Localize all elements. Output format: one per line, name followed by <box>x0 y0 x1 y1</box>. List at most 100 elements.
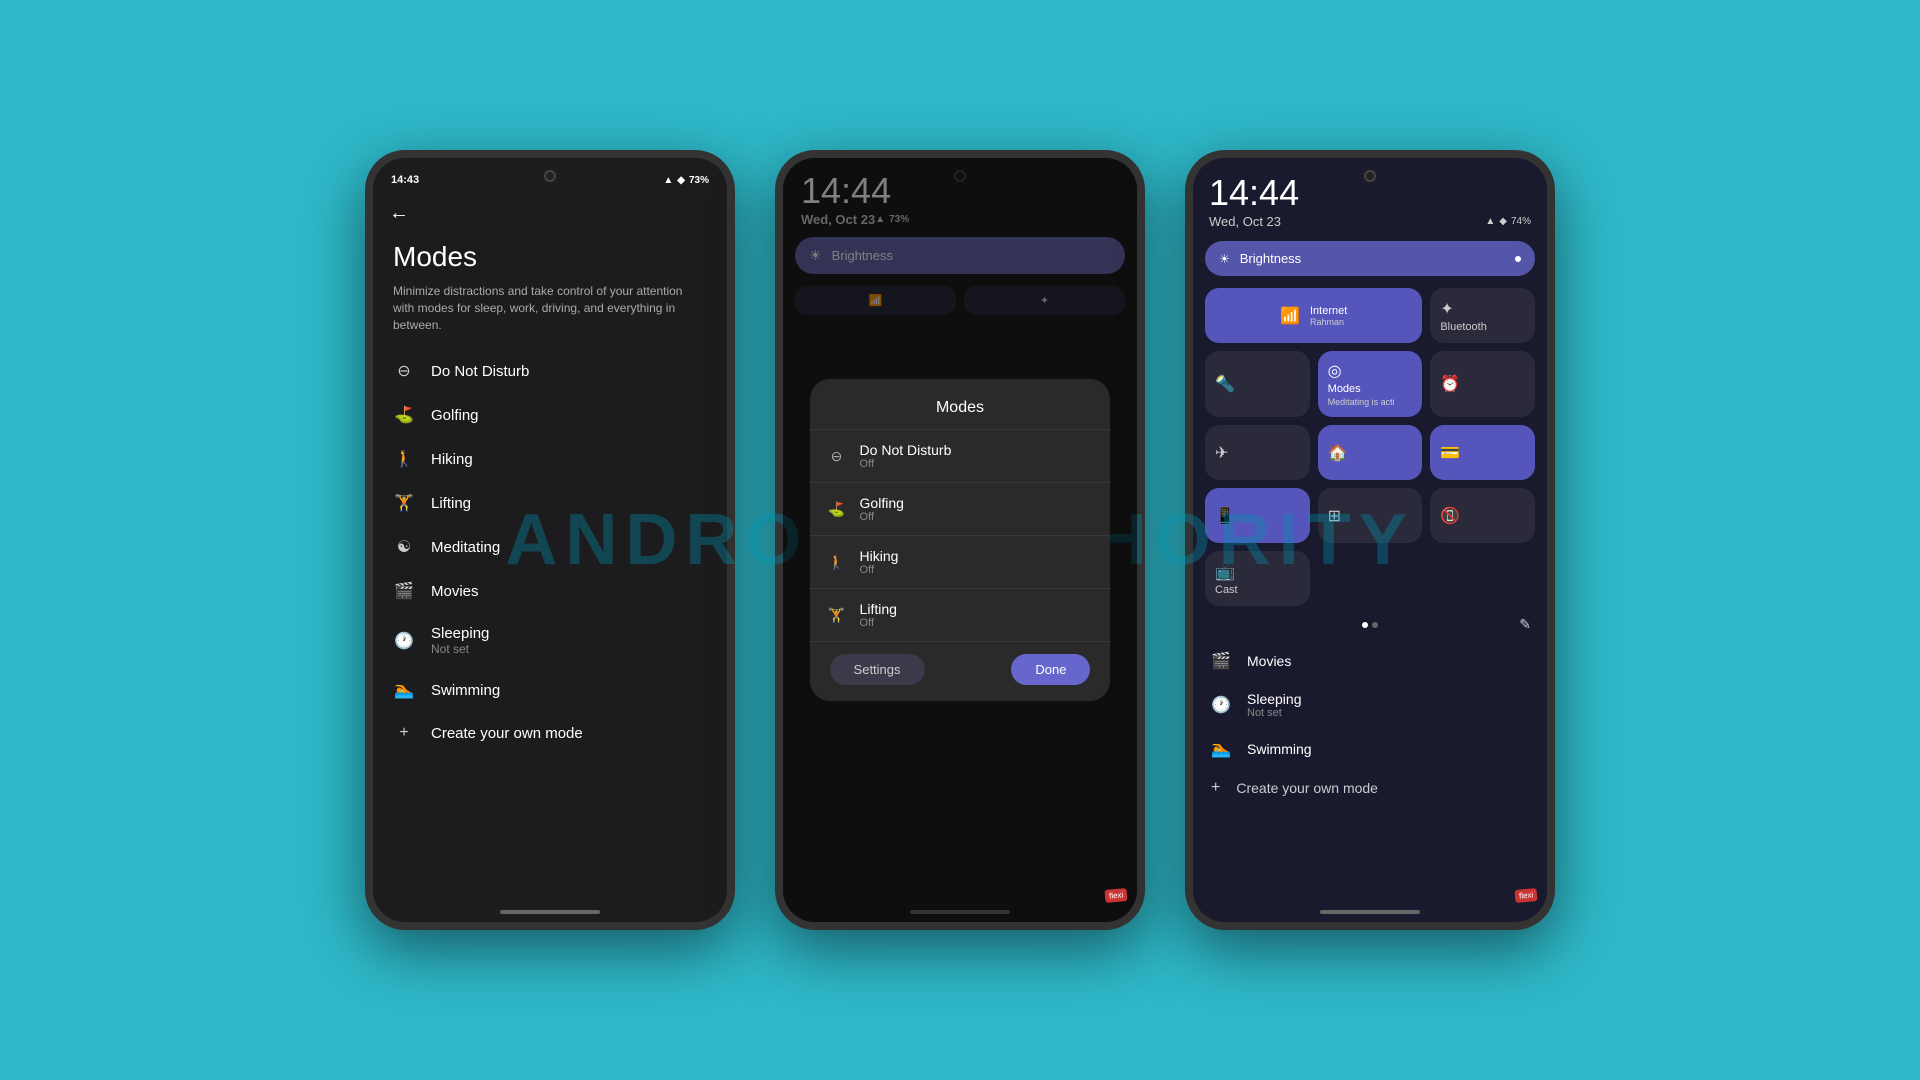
qs-mode-movies[interactable]: 🎬 Movies <box>1193 641 1547 681</box>
dialog-mode-lifting[interactable]: 🏋 Lifting Off <box>810 589 1111 642</box>
extra-icon: ⊞ <box>1328 506 1413 526</box>
dialog-hiking-text: Hiking Off <box>860 548 899 576</box>
dialog-golfing-icon: ⛳ <box>828 501 846 518</box>
cast-label: Cast <box>1215 584 1300 596</box>
qs-tile-modes[interactable]: ◎ Modes Meditating is acti <box>1318 351 1423 417</box>
phone-2: 14:44 Wed, Oct 23 ▲ 73% ☀ Brightness 📶 ✦ <box>775 150 1145 930</box>
qs-date-row: Wed, Oct 23 ▲ ◆ 74% <box>1209 214 1531 229</box>
sleeping-status: Not set <box>431 642 707 656</box>
dialog-mode-golfing[interactable]: ⛳ Golfing Off <box>810 483 1111 536</box>
dialog-settings-button[interactable]: Settings <box>830 654 925 685</box>
dialog-lifting-icon: 🏋 <box>828 607 846 624</box>
dialog-hiking-name: Hiking <box>860 548 899 564</box>
qs-tile-alarm[interactable]: ⏰ <box>1430 351 1535 417</box>
dialog-hiking-status: Off <box>860 564 899 576</box>
lifting-icon: 🏋 <box>393 493 415 513</box>
qs-movies-name: Movies <box>1247 653 1291 669</box>
qs-swimming-icon: 🏊 <box>1211 739 1231 759</box>
qs-mode-sleeping[interactable]: 🕐 Sleeping Not set <box>1193 681 1547 729</box>
qs-tile-bluetooth[interactable]: ✦ Bluetooth <box>1430 288 1535 343</box>
qs-pagination: ✎ <box>1193 612 1547 637</box>
mode-item-create[interactable]: + Create your own mode <box>373 712 727 754</box>
internet-sublabel: Rahman <box>1310 317 1347 327</box>
qs-battery-icon: 74% <box>1511 216 1531 227</box>
qs-brightness-dot <box>1515 256 1521 262</box>
qs-tile-dnd[interactable]: 📵 <box>1430 488 1535 543</box>
dialog-hiking-icon: 🚶 <box>828 554 846 571</box>
pay-icon: 💳 <box>1440 443 1525 463</box>
dialog-actions: Settings Done <box>810 642 1111 685</box>
dialog-dnd-icon: ⊖ <box>828 448 846 465</box>
qs-brightness[interactable]: ☀ Brightness <box>1205 241 1535 276</box>
qs-signal-icon: ◆ <box>1499 216 1507 227</box>
dialog-golfing-status: Off <box>860 511 904 523</box>
qs-brightness-label: Brightness <box>1240 251 1505 266</box>
phone-3: 14:44 Wed, Oct 23 ▲ ◆ 74% ☀ Brightness 📶 <box>1185 150 1555 930</box>
qs-tile-pay[interactable]: 💳 <box>1430 425 1535 480</box>
qs-tile-cast[interactable]: 📺 Cast <box>1205 551 1310 606</box>
create-icon: + <box>393 724 415 742</box>
dnd-label: Do Not Disturb <box>431 363 707 380</box>
internet-label: Internet <box>1310 305 1347 317</box>
qs-tile-airplane[interactable]: ✈ <box>1205 425 1310 480</box>
qs-tile-rotate[interactable]: 📱 <box>1205 488 1310 543</box>
dialog-lifting-text: Lifting Off <box>860 601 897 629</box>
meditating-icon: ☯ <box>393 537 415 557</box>
qs-tile-extra[interactable]: ⊞ <box>1318 488 1423 543</box>
movies-icon: 🎬 <box>393 581 415 601</box>
qs-tile-internet[interactable]: 📶 Internet Rahman <box>1205 288 1422 343</box>
battery-icon-1: 73% <box>689 175 709 186</box>
mode-item-sleeping[interactable]: 🕐 Sleeping Not set <box>373 613 727 668</box>
qs-dots <box>1362 622 1378 628</box>
qs-tiles-grid: 📶 Internet Rahman ✦ Bluetooth 🔦 ◎ Modes … <box>1193 282 1547 612</box>
qs-mode-swimming[interactable]: 🏊 Swimming <box>1193 729 1547 769</box>
mode-item-movies[interactable]: 🎬 Movies <box>373 569 727 613</box>
dialog-dnd-name: Do Not Disturb <box>860 442 952 458</box>
phone-notch-3 <box>1364 170 1376 182</box>
dialog-done-button[interactable]: Done <box>1011 654 1090 685</box>
mode-item-golfing[interactable]: ⛳ Golfing <box>373 393 727 437</box>
mode-item-swimming[interactable]: 🏊 Swimming <box>373 668 727 712</box>
create-label: Create your own mode <box>431 725 707 742</box>
sleeping-text: Sleeping Not set <box>431 625 707 656</box>
mode-item-meditating[interactable]: ☯ Meditating <box>373 525 727 569</box>
flexi-badge-2: flexi <box>1104 888 1127 903</box>
back-button[interactable]: ← <box>389 202 409 225</box>
hiking-label: Hiking <box>431 451 707 468</box>
qs-sleeping-text: Sleeping Not set <box>1247 691 1302 719</box>
internet-text: Internet Rahman <box>1310 305 1347 327</box>
modes-description: Minimize distractions and take control o… <box>373 277 727 349</box>
dnd-qs-icon: 📵 <box>1440 506 1525 526</box>
qs-tile-flashlight[interactable]: 🔦 <box>1205 351 1310 417</box>
mode-item-hiking[interactable]: 🚶 Hiking <box>373 437 727 481</box>
dialog-lifting-name: Lifting <box>860 601 897 617</box>
alarm-icon: ⏰ <box>1440 374 1525 394</box>
modes-qs-icon: ◎ <box>1328 361 1413 381</box>
mode-item-lifting[interactable]: 🏋 Lifting <box>373 481 727 525</box>
phone1-screen: 14:43 ▲ ◆ 73% ← Modes Minimize distracti… <box>373 158 727 922</box>
dialog-mode-dnd[interactable]: ⊖ Do Not Disturb Off <box>810 430 1111 483</box>
modes-dialog: Modes ⊖ Do Not Disturb Off ⛳ Golfing Off… <box>810 379 1111 701</box>
bluetooth-icon: ✦ <box>1440 299 1525 319</box>
dialog-mode-hiking[interactable]: 🚶 Hiking Off <box>810 536 1111 589</box>
home-bar-1[interactable] <box>500 910 600 914</box>
home-bar-3[interactable] <box>1320 910 1420 914</box>
qs-wifi-icon: ▲ <box>1485 216 1495 227</box>
swimming-label: Swimming <box>431 682 707 699</box>
qs-create-label: Create your own mode <box>1236 780 1378 796</box>
qs-create-icon: + <box>1211 779 1220 797</box>
lifting-label: Lifting <box>431 495 707 512</box>
modes-dialog-overlay: Modes ⊖ Do Not Disturb Off ⛳ Golfing Off… <box>783 158 1137 922</box>
dialog-title: Modes <box>810 395 1111 430</box>
modes-header: ← <box>373 194 727 233</box>
dialog-lifting-status: Off <box>860 617 897 629</box>
qs-sleeping-sub: Not set <box>1247 707 1302 719</box>
edit-icon[interactable]: ✎ <box>1519 616 1531 633</box>
qs-tile-home[interactable]: 🏠 <box>1318 425 1423 480</box>
mode-item-dnd[interactable]: ⊖ Do Not Disturb <box>373 349 727 393</box>
cast-icon: 📺 <box>1215 562 1300 582</box>
airplane-icon: ✈ <box>1215 443 1300 463</box>
flexi-badge-3: flexi <box>1514 888 1537 903</box>
sleeping-label: Sleeping <box>431 625 707 642</box>
qs-create-mode[interactable]: + Create your own mode <box>1193 769 1547 807</box>
